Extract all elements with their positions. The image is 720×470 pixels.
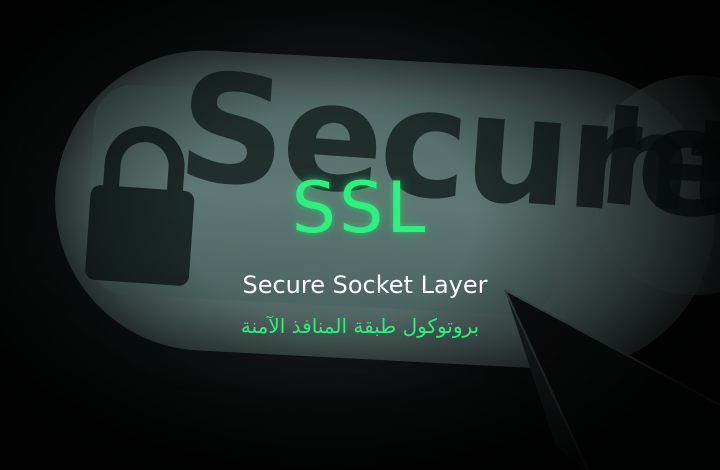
ssl-arabic-caption: بروتوكول طبقة المنافذ الآمنة bbox=[240, 314, 480, 338]
ssl-subtitle: Secure Socket Layer bbox=[242, 271, 488, 299]
ssl-title: SSL bbox=[291, 167, 429, 249]
headline-block: SSL Secure Socket Layer بروتوكول طبقة ال… bbox=[0, 0, 720, 470]
ssl-banner: Secure htt SSL Secure Socket Layer بروتو… bbox=[0, 0, 720, 470]
